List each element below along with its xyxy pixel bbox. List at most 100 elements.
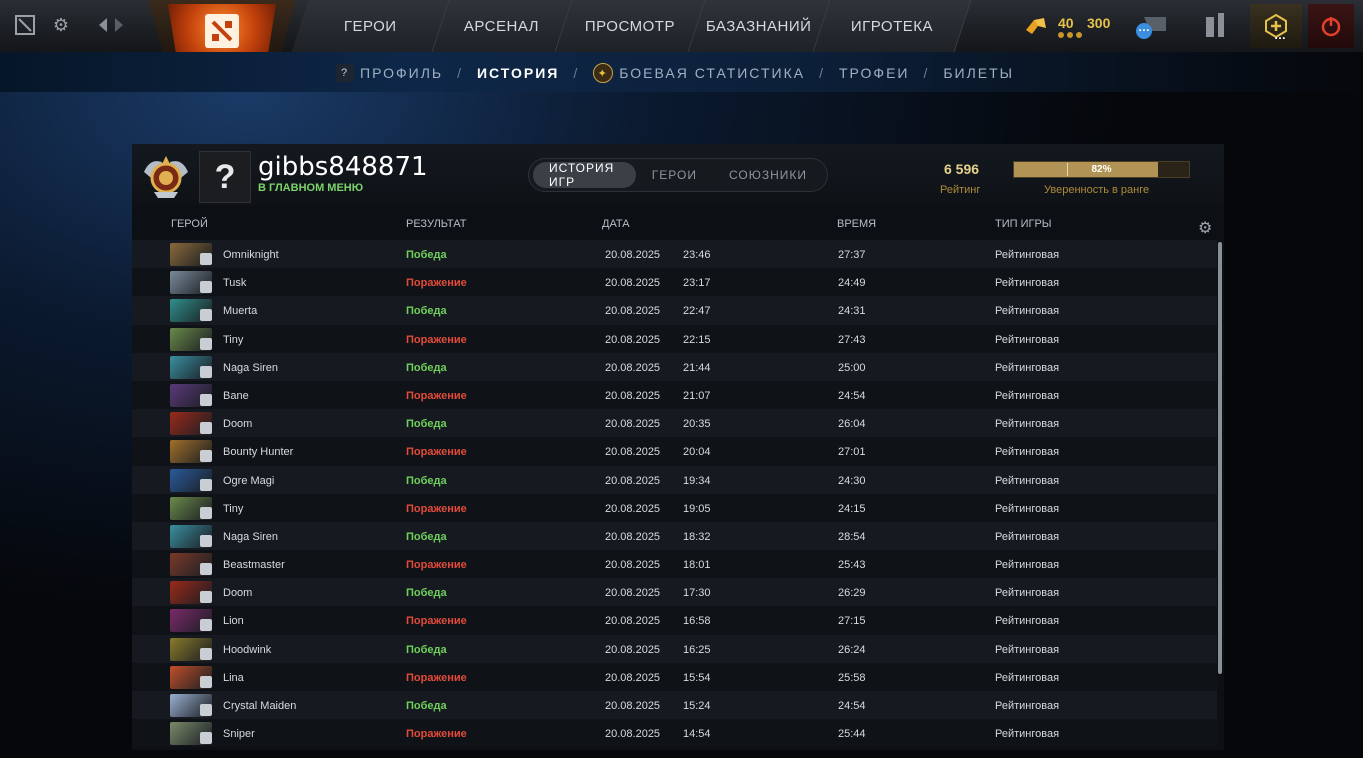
rank-confidence-text: 82% (1091, 164, 1112, 175)
table-row[interactable]: Bane Поражение 20.08.2025 21:07 24:54 Ре… (132, 380, 1217, 410)
table-row[interactable]: Sniper Поражение 20.08.2025 14:54 25:44 … (132, 719, 1217, 748)
table-row[interactable]: Lion Поражение 20.08.2025 16:58 27:15 Ре… (132, 606, 1217, 635)
match-date: 20.08.2025 (605, 559, 661, 572)
match-type: Рейтинговая (995, 615, 1060, 628)
match-duration: 28:54 (838, 530, 866, 543)
table-row[interactable]: Crystal Maiden Победа 20.08.2025 15:24 2… (132, 691, 1217, 720)
hero-name: Crystal Maiden (223, 700, 297, 712)
table-row[interactable]: Tiny Поражение 20.08.2025 22:15 27:43 Ре… (132, 324, 1217, 353)
subnav-separator: / (457, 65, 463, 81)
armory-swords-icon[interactable] (1194, 4, 1238, 48)
hero-role-icon (200, 704, 212, 716)
shards-icon[interactable] (1024, 16, 1048, 36)
table-row[interactable]: Bounty Hunter Поражение 20.08.2025 20:04… (132, 437, 1217, 466)
table-row[interactable]: Tiny Поражение 20.08.2025 19:05 24:15 Ре… (132, 493, 1217, 522)
match-date: 20.08.2025 (605, 587, 661, 600)
match-result: Поражение (406, 615, 467, 628)
table-row[interactable]: Muerta Победа 20.08.2025 22:47 24:31 Рей… (132, 296, 1217, 325)
match-duration: 25:43 (838, 559, 866, 572)
match-duration: 24:49 (838, 277, 866, 290)
nav-watch[interactable]: ПРОСМОТР (555, 0, 706, 52)
match-date: 20.08.2025 (605, 305, 661, 318)
subnav-profile[interactable]: ПРОФИЛЬ (360, 65, 443, 81)
nav-learn-label: БАЗАЗНАНИЙ (706, 17, 812, 35)
table-row[interactable]: Tusk Поражение 20.08.2025 23:17 24:49 Ре… (132, 268, 1217, 297)
tab-heroes[interactable]: ГЕРОИ (636, 162, 713, 188)
dota-logo[interactable] (168, 4, 276, 58)
hero-role-icon (200, 281, 212, 294)
subnav-history[interactable]: ИСТОРИЯ (477, 65, 559, 81)
nav-learn[interactable]: БАЗАЗНАНИЙ (688, 0, 831, 52)
chat-button[interactable]: … (1132, 4, 1172, 48)
table-row[interactable]: Beastmaster Поражение 20.08.2025 18:01 2… (132, 550, 1217, 579)
match-date: 20.08.2025 (605, 361, 661, 374)
match-duration: 27:37 (838, 249, 866, 261)
rating-value: 6 596 (944, 161, 980, 177)
subnav-trophies[interactable]: ТРОФЕИ (839, 65, 910, 81)
col-game-type[interactable]: ТИП ИГРЫ (995, 218, 1052, 230)
match-result: Поражение (406, 333, 467, 346)
player-avatar[interactable]: ? (199, 151, 251, 203)
match-duration: 25:58 (838, 671, 866, 684)
match-date: 20.08.2025 (605, 615, 661, 628)
dota-plus-button[interactable]: … (1250, 4, 1302, 48)
hero-role-icon (200, 309, 212, 322)
table-row[interactable]: Ogre Magi Победа 20.08.2025 19:34 24:30 … (132, 465, 1217, 494)
table-row[interactable]: Hoodwink Победа 20.08.2025 16:25 26:24 Р… (132, 634, 1217, 663)
col-duration[interactable]: ВРЕМЯ (837, 218, 876, 230)
hero-name: Bounty Hunter (223, 446, 294, 459)
match-time: 21:07 (683, 389, 711, 402)
subnav-tickets[interactable]: БИЛЕТЫ (943, 65, 1014, 81)
match-type: Рейтинговая (995, 418, 1060, 431)
match-duration: 26:29 (838, 587, 866, 600)
top-bar: ⚙ ГЕРОИ АРСЕНАЛ ПРОСМОТР БАЗАЗНАНИЙ ИГРО… (0, 0, 1363, 62)
match-time: 19:05 (683, 502, 711, 515)
power-button[interactable] (1308, 4, 1354, 48)
match-date: 20.08.2025 (605, 277, 661, 290)
hero-name: Tusk (223, 277, 247, 290)
match-duration: 27:01 (838, 446, 866, 459)
match-time: 22:15 (683, 333, 711, 346)
nav-watch-label: ПРОСМОТР (584, 17, 676, 35)
match-type: Рейтинговая (995, 333, 1060, 346)
back-forward-arrows-icon[interactable] (94, 14, 128, 36)
hero-role-icon (200, 534, 212, 547)
currency-dots-icon (1058, 32, 1082, 38)
hero-role-icon (200, 253, 212, 265)
table-row[interactable]: Doom Победа 20.08.2025 17:30 26:29 Рейти… (132, 578, 1217, 607)
subnav-battle-stats[interactable]: БОЕВАЯ СТАТИСТИКА (619, 65, 805, 81)
match-type: Рейтинговая (995, 643, 1060, 656)
table-row[interactable]: Doom Победа 20.08.2025 20:35 26:04 Рейти… (132, 409, 1217, 438)
dota-plus-icon[interactable] (14, 14, 36, 36)
table-row[interactable]: Lina Поражение 20.08.2025 15:54 25:58 Ре… (132, 662, 1217, 691)
match-date: 20.08.2025 (605, 418, 661, 431)
nav-heroes[interactable]: ГЕРОИ (291, 0, 450, 52)
hero-role-icon (200, 591, 212, 604)
nav-armory[interactable]: АРСЕНАЛ (432, 0, 573, 52)
col-hero[interactable]: ГЕРОЙ (171, 218, 208, 230)
hero-role-icon (200, 619, 212, 632)
col-date[interactable]: ДАТА (602, 218, 630, 230)
match-duration: 24:54 (838, 389, 866, 402)
nav-arcade[interactable]: ИГРОТЕКА (813, 0, 972, 52)
tab-allies[interactable]: СОЮЗНИКИ (713, 162, 823, 188)
scrollbar[interactable] (1218, 242, 1222, 674)
profile-question-icon: ? (336, 64, 354, 82)
rank-medal-icon[interactable] (140, 152, 192, 202)
hero-role-icon (200, 365, 212, 378)
table-row[interactable]: Omniknight Победа 20.08.2025 23:46 27:37… (132, 240, 1217, 269)
match-duration: 27:15 (838, 615, 866, 628)
player-username: gibbs848871 (258, 152, 428, 182)
match-time: 23:46 (683, 249, 711, 261)
rank-confidence-bar: 82% (1013, 161, 1190, 178)
settings-gear-icon[interactable]: ⚙ (50, 14, 72, 36)
table-row[interactable]: Naga Siren Победа 20.08.2025 18:32 28:54… (132, 521, 1217, 551)
match-result: Поражение (406, 671, 467, 684)
hero-name: Beastmaster (223, 559, 285, 572)
match-time: 21:44 (683, 361, 711, 374)
table-row[interactable]: Naga Siren Победа 20.08.2025 21:44 25:00… (132, 352, 1217, 381)
tab-match-history[interactable]: ИСТОРИЯ ИГР (533, 161, 636, 189)
col-result[interactable]: РЕЗУЛЬТАТ (406, 218, 466, 230)
table-settings-gear-icon[interactable]: ⚙ (1198, 218, 1212, 238)
match-type: Рейтинговая (995, 559, 1060, 572)
